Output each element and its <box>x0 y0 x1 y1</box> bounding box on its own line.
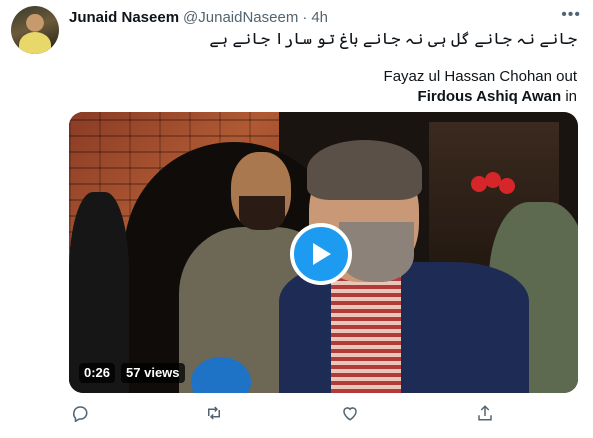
timestamp[interactable]: 4h <box>311 9 328 26</box>
display-name[interactable]: Junaid Naseem <box>69 9 179 26</box>
retweet-icon <box>208 406 220 420</box>
play-button[interactable] <box>290 223 352 285</box>
more-icon[interactable]: ••• <box>561 7 581 23</box>
user-handle[interactable]: @JunaidNaseem <box>183 9 298 26</box>
tweet-text-line2: Fayaz ul Hassan Chohan out <box>383 68 577 85</box>
tweet-actions <box>69 402 509 424</box>
avatar-shoulders <box>19 32 51 54</box>
retweet-button[interactable] <box>203 402 225 424</box>
tweet-text-rest: in <box>561 88 577 105</box>
video-duration: 0:26 <box>79 363 116 383</box>
tweet-text-urdu: جانے نہ جانے گل ہی نہ جانے باغ تو سارا ج… <box>209 31 577 48</box>
tweet-text-bold: Firdous Ashiq Awan <box>417 88 562 105</box>
reply-icon <box>72 406 88 422</box>
share-button[interactable] <box>474 402 496 424</box>
avatar[interactable] <box>11 6 59 54</box>
reply-button[interactable] <box>69 402 91 424</box>
play-icon <box>313 243 331 265</box>
video-player[interactable]: 0:26 57 views <box>69 112 578 393</box>
tweet[interactable]: Junaid Naseem @JunaidNaseem · 4h ••• جان… <box>0 0 593 438</box>
tweet-header: Junaid Naseem @JunaidNaseem · 4h <box>69 8 328 26</box>
share-icon <box>478 405 492 421</box>
separator-dot: · <box>302 8 308 26</box>
video-views: 57 views <box>121 363 185 383</box>
tweet-text-line3: Firdous Ashiq Awan in <box>418 88 577 105</box>
like-icon <box>343 407 357 421</box>
video-badges: 0:26 57 views <box>79 363 185 383</box>
like-button[interactable] <box>339 402 361 424</box>
